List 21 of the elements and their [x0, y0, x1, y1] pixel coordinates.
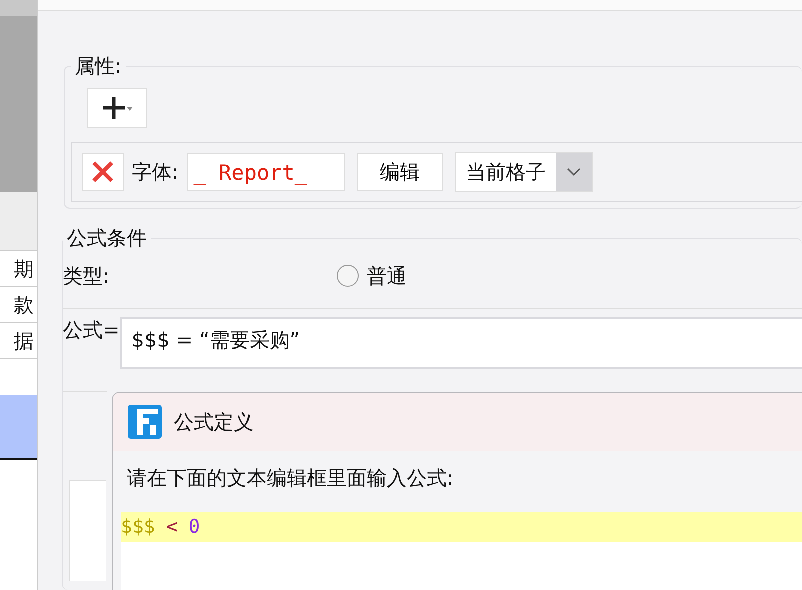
close-icon — [91, 160, 115, 184]
group-title: 公式条件 — [66, 225, 148, 252]
app-logo-icon — [128, 405, 162, 439]
scope-dropdown[interactable]: 当前格子 — [454, 152, 593, 192]
formula-editor[interactable]: $$$ < 0 — [121, 512, 802, 590]
radio-option[interactable]: 普通 — [337, 262, 407, 290]
group-title: 属性: — [74, 53, 123, 80]
dialog-title: 公式定义 — [174, 408, 254, 436]
add-button[interactable] — [87, 88, 147, 128]
type-label: 类型: — [63, 262, 111, 290]
table-cell: 据 — [0, 323, 37, 359]
font-label: 字体: — [132, 158, 179, 186]
table-cell: 款 — [0, 287, 37, 323]
chevron-down-icon — [566, 167, 582, 177]
formula-field[interactable]: $$$ = “需要采购” — [120, 317, 802, 369]
edit-button[interactable]: 编辑 — [356, 153, 443, 191]
formula-label: 公式= — [63, 317, 120, 344]
delete-button[interactable] — [82, 153, 124, 191]
table-cell: 期 — [0, 251, 37, 287]
prompt-text: 请在下面的文本编辑框里面输入公式: — [126, 465, 455, 492]
font-field[interactable]: _ Report_ — [186, 153, 345, 191]
